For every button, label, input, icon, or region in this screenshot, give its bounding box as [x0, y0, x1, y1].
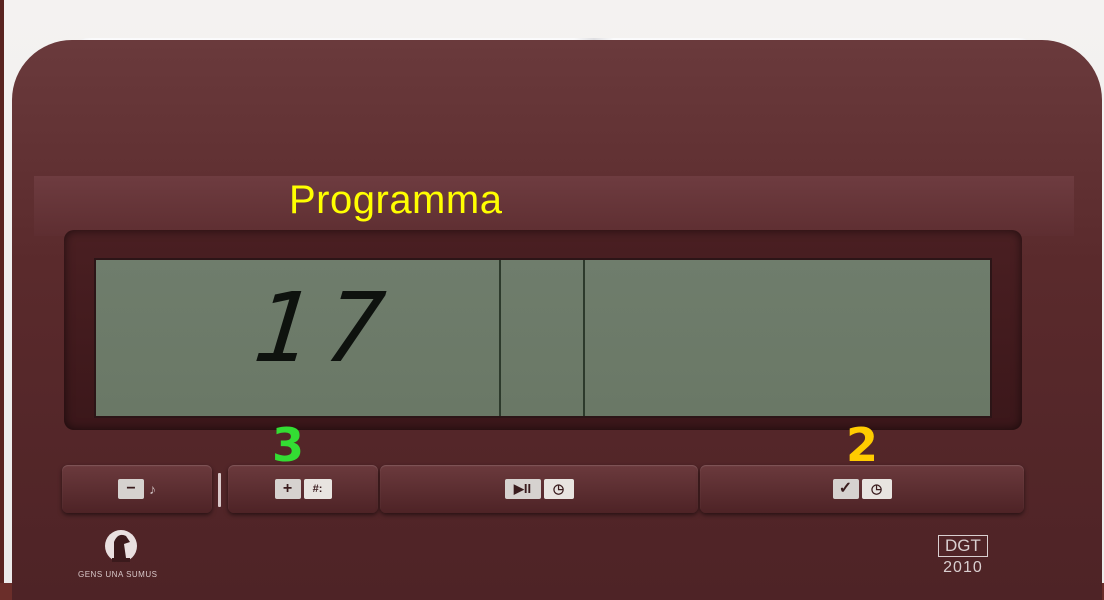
play-button-icons: ▶II ◷	[504, 479, 574, 499]
lcd-display	[94, 258, 992, 418]
annotation-3: 3	[272, 418, 305, 472]
plus-button[interactable]: + #:	[228, 465, 378, 513]
check-icon: ✓	[832, 479, 859, 499]
play-pause-button[interactable]: ▶II ◷	[380, 465, 698, 513]
minus-button[interactable]: − ♪	[62, 465, 212, 513]
check-button-icons: ✓ ◷	[832, 479, 892, 499]
photo-background: Programma 17 3 2 − ♪ + #: ▶II ◷ ✓ ◷ GENS…	[0, 0, 1104, 600]
check-button[interactable]: ✓ ◷	[700, 465, 1024, 513]
plus-button-icons: + #:	[274, 479, 332, 499]
lcd-separator-right	[583, 260, 585, 416]
hash-icon: #:	[303, 479, 332, 499]
annotation-2: 2	[846, 418, 879, 472]
dgt-brand: DGT 2010	[938, 535, 988, 577]
stopwatch-icon: ◷	[861, 479, 892, 499]
minus-button-icons: − ♪	[118, 479, 156, 499]
minus-icon: −	[118, 479, 144, 499]
programma-label: Programma	[289, 178, 503, 222]
button-divider	[218, 473, 221, 507]
clock-top-band	[34, 176, 1074, 236]
lcd-separator-left	[499, 260, 501, 416]
play-pause-icon: ▶II	[504, 479, 541, 499]
dgt-brand-name: DGT	[938, 535, 988, 557]
clock-buttons: − ♪ + #: ▶II ◷ ✓ ◷	[62, 465, 1024, 517]
lcd-left-value: 17	[248, 272, 404, 384]
logo-motto: GENS UNA SUMUS	[78, 570, 158, 579]
plus-icon: +	[274, 479, 301, 499]
timer-icon: ◷	[543, 479, 574, 499]
note-icon: ♪	[149, 481, 156, 497]
dgt-year: 2010	[943, 559, 983, 576]
